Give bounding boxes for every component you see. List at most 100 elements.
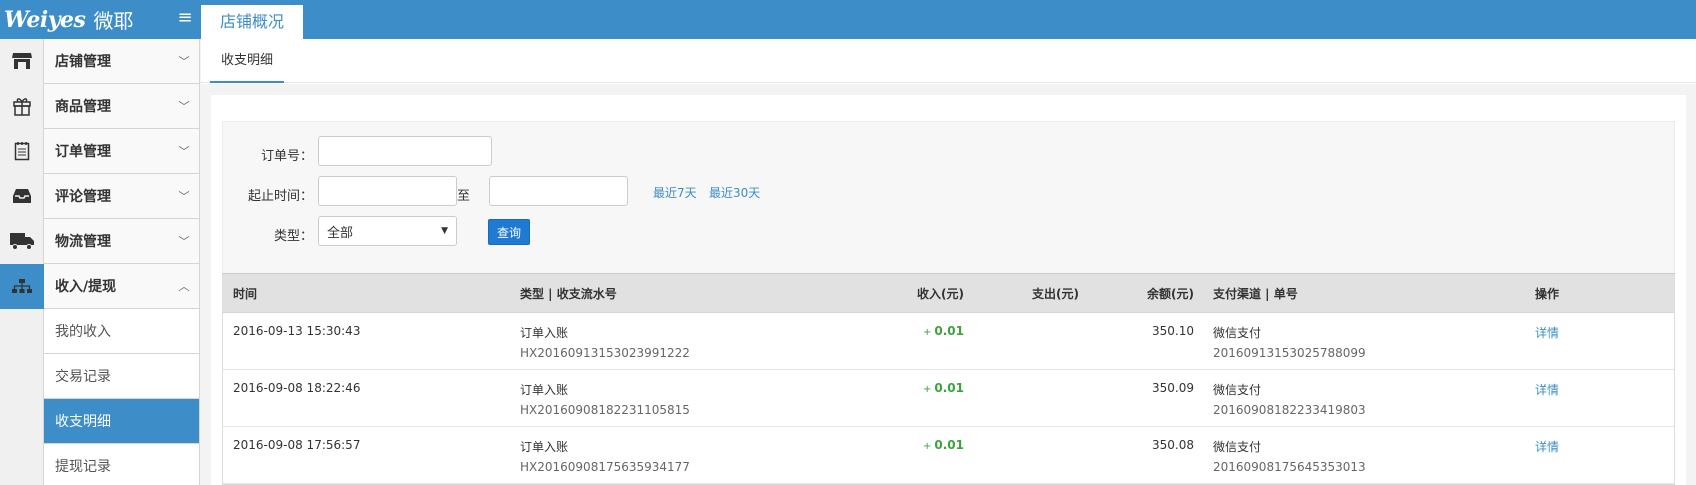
row-balance: 350.08 (1152, 438, 1194, 452)
sidebar-item-label: 店铺管理 (55, 54, 111, 70)
row-serial: HX20160908175635934177 (520, 460, 690, 474)
table-row: 2016-09-08 18:22:46 订单入账 HX2016090818223… (223, 370, 1674, 427)
order-number-label: 订单号： (260, 149, 313, 164)
row-operation: 详情 (1535, 324, 1615, 341)
row-channel: 微信支付 20160913153025788099 (1194, 324, 1535, 360)
row-income: +0.01 (864, 381, 964, 395)
table-row: 2016-09-13 15:30:43 订单入账 HX2016091315302… (223, 313, 1674, 370)
sidebar-item-label: 收入/提现 (55, 279, 117, 295)
row-channel: 微信支付 20160908175645353013 (1194, 438, 1535, 474)
sidebar-item-label: 商品管理 (55, 99, 111, 115)
chevron-down-icon: ﹀ (178, 145, 190, 158)
row-channel-label: 微信支付 (1213, 326, 1262, 340)
truck-icon (0, 218, 44, 264)
transactions-table: 时间 类型 | 收支流水号 收入(元) 支出(元) 余额(元) 支付渠道 | 单… (222, 273, 1675, 485)
row-operation: 详情 (1535, 438, 1615, 455)
header-operation: 操作 (1535, 286, 1560, 301)
sidebar-item-label: 物流管理 (55, 234, 111, 250)
sidebar-item-logistics-management[interactable]: 物流管理 ﹀ (0, 218, 199, 264)
sitemap-icon (0, 263, 44, 309)
end-date-input[interactable] (489, 176, 628, 206)
header-time: 时间 (233, 286, 258, 301)
sidebar: 店铺管理 ﹀ 商品管理 ﹀ 订单管理 ﹀ 评论管理 ﹀ 物流管理 ﹀ 收入/提现 (0, 38, 200, 485)
income-value: 0.01 (934, 438, 964, 452)
type-select-value: 全部 (327, 225, 354, 241)
dropdown-arrow-icon: ▼ (441, 226, 448, 236)
row-channel-label: 微信支付 (1213, 383, 1262, 397)
submenu-gutter (0, 309, 44, 485)
row-order-no: 20160913153025788099 (1213, 346, 1366, 360)
details-link[interactable]: 详情 (1535, 326, 1559, 340)
submenu-item-my-income[interactable]: 我的收入 (44, 309, 199, 354)
header-expense: 支出(元) (1032, 286, 1079, 301)
submenu-item-transaction-records[interactable]: 交易记录 (44, 354, 199, 399)
row-time: 2016-09-08 18:22:46 (233, 381, 361, 395)
order-number-input[interactable] (318, 136, 492, 166)
inbox-icon (0, 173, 44, 219)
table-row: 2016-09-08 17:56:57 订单入账 HX2016090817563… (223, 427, 1674, 484)
row-serial: HX20160913153023991222 (520, 346, 690, 360)
date-range-label: 起止时间： (247, 189, 313, 204)
row-balance: 350.10 (1152, 324, 1194, 338)
filter-form: 订单号： 起止时间： 至 最近7天 最近30天 类型： 全部 ▼ 查询 (222, 121, 1675, 273)
row-balance: 350.09 (1152, 381, 1194, 395)
top-bar: Weiyes 微耶 ≡ 店铺概况 (0, 0, 1696, 39)
sidebar-item-label: 订单管理 (55, 144, 111, 160)
last-30-days-link[interactable]: 最近30天 (709, 184, 760, 201)
income-sign: + (923, 441, 932, 452)
row-type-label: 订单入账 (520, 440, 569, 454)
income-sign: + (923, 384, 932, 395)
header-balance: 余额(元) (1147, 286, 1194, 301)
chevron-up-icon: ︿ (178, 280, 190, 293)
chevron-down-icon: ﹀ (178, 55, 190, 68)
details-link[interactable]: 详情 (1535, 383, 1559, 397)
row-type: 订单入账 HX20160908175635934177 (520, 438, 864, 474)
table-header: 时间 类型 | 收支流水号 收入(元) 支出(元) 余额(元) 支付渠道 | 单… (223, 274, 1674, 313)
chevron-down-icon: ﹀ (178, 100, 190, 113)
submenu-item-income-expense-details[interactable]: 收支明细 (44, 399, 199, 444)
row-serial: HX20160908182231105815 (520, 403, 690, 417)
tab-income-expense-details[interactable]: 收支明细 (210, 39, 285, 83)
row-type-label: 订单入账 (520, 383, 569, 397)
sidebar-item-product-management[interactable]: 商品管理 ﹀ (0, 83, 199, 129)
date-separator: 至 (456, 189, 470, 204)
logo-text: Weiyes (4, 6, 86, 33)
sidebar-item-income-withdraw[interactable]: 收入/提现 ︿ (0, 263, 199, 309)
logo-cn-text: 微耶 (93, 9, 134, 33)
type-select[interactable]: 全部 ▼ (318, 216, 457, 246)
row-type: 订单入账 HX20160908182231105815 (520, 381, 864, 417)
income-sign: + (923, 327, 932, 338)
logo[interactable]: Weiyes 微耶 (0, 0, 200, 39)
row-operation: 详情 (1535, 381, 1615, 398)
menu-toggle-icon[interactable]: ≡ (176, 8, 194, 28)
row-time: 2016-09-08 17:56:57 (233, 438, 361, 452)
sidebar-item-order-management[interactable]: 订单管理 ﹀ (0, 128, 199, 174)
sidebar-item-label: 评论管理 (55, 189, 111, 205)
tab-shop-overview[interactable]: 店铺概况 (201, 5, 303, 39)
row-channel-label: 微信支付 (1213, 440, 1262, 454)
sidebar-item-shop-management[interactable]: 店铺管理 ﹀ (0, 38, 199, 84)
row-income: +0.01 (864, 438, 964, 452)
row-order-no: 20160908182233419803 (1213, 403, 1366, 417)
row-type-label: 订单入账 (520, 326, 569, 340)
chevron-down-icon: ﹀ (178, 235, 190, 248)
chevron-down-icon: ﹀ (178, 190, 190, 203)
income-value: 0.01 (934, 324, 964, 338)
income-value: 0.01 (934, 381, 964, 395)
store-icon (0, 38, 44, 84)
sub-tab-bar: 收支明细 (201, 39, 1696, 83)
details-link[interactable]: 详情 (1535, 440, 1559, 454)
row-channel: 微信支付 20160908182233419803 (1194, 381, 1535, 417)
main-content: 收支明细 订单号： 起止时间： 至 最近7天 最近30天 类型： 全部 ▼ 查询 (201, 39, 1696, 485)
last-7-days-link[interactable]: 最近7天 (653, 184, 697, 201)
type-label: 类型： (273, 229, 313, 244)
header-type: 类型 | 收支流水号 (520, 286, 617, 301)
row-income: +0.01 (864, 324, 964, 338)
sidebar-item-review-management[interactable]: 评论管理 ﹀ (0, 173, 199, 219)
submenu-item-withdraw-records[interactable]: 提现记录 (44, 444, 199, 485)
header-income: 收入(元) (917, 286, 964, 301)
notepad-icon (0, 128, 44, 174)
query-button[interactable]: 查询 (488, 219, 531, 245)
content-area: 订单号： 起止时间： 至 最近7天 最近30天 类型： 全部 ▼ 查询 时间 类… (201, 84, 1696, 485)
header-channel: 支付渠道 | 单号 (1213, 286, 1298, 301)
